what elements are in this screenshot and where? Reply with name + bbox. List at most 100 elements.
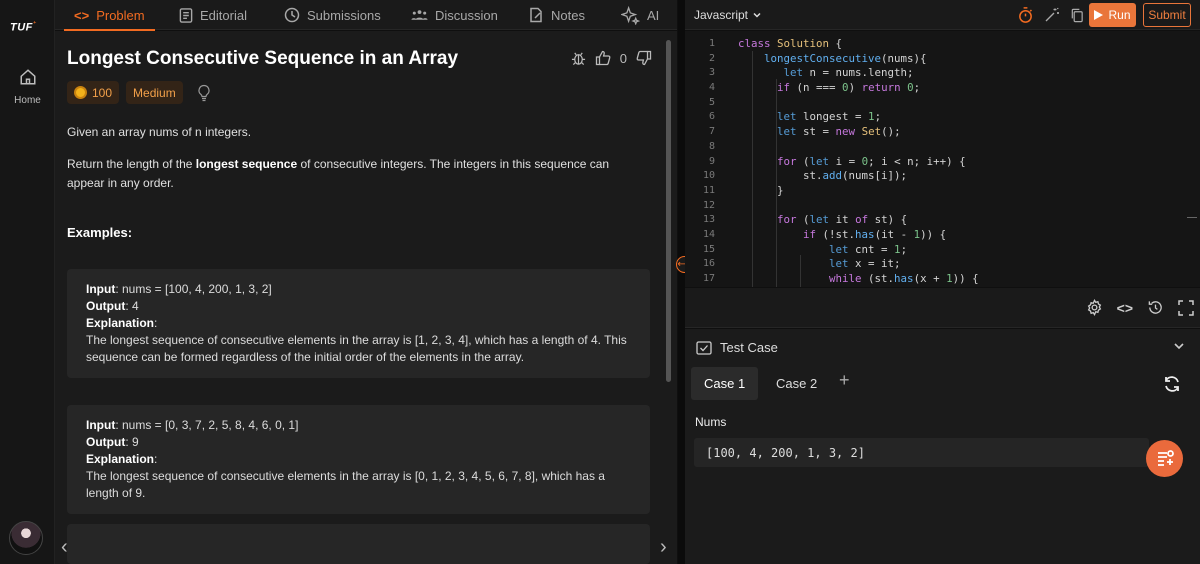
tuf-logo[interactable]: TUF⁺: [10, 20, 37, 34]
checkbox-icon: [696, 340, 712, 355]
line-number: 5: [708, 96, 715, 108]
tab-problem[interactable]: <> Problem: [64, 0, 155, 31]
tab-ai[interactable]: AI: [621, 0, 659, 30]
code-line: longestConsecutive(nums){: [764, 51, 927, 65]
home-icon: [20, 69, 35, 85]
timer-icon[interactable]: [1017, 6, 1034, 24]
magic-wand-icon[interactable]: [1044, 7, 1060, 23]
notes-icon: [530, 7, 542, 23]
tab-discussion[interactable]: Discussion: [411, 0, 498, 30]
copy-icon[interactable]: [1070, 8, 1084, 23]
code-line: }: [738, 183, 784, 197]
add-note-icon: [1157, 449, 1174, 466]
tab-editorial[interactable]: Editorial: [179, 0, 247, 30]
code-line: class Solution {: [738, 37, 843, 50]
code-line: let x = it;: [829, 257, 901, 271]
like-count: 0: [619, 50, 627, 66]
nums-label: Nums: [695, 415, 727, 429]
line-number: 4: [708, 82, 715, 94]
code-line: let st = new Set();: [777, 125, 901, 139]
nums-input[interactable]: [100, 4, 200, 1, 3, 2]: [694, 438, 1149, 467]
coin-icon: [74, 86, 87, 99]
clock-icon: [284, 7, 300, 23]
line-number-gutter: 1 2 3 4 5 6 7 8 9 10 11 12 13 14 15 16 17: [685, 37, 715, 287]
problem-title: Longest Consecutive Sequence in an Array: [67, 48, 459, 69]
history-icon[interactable]: [1147, 299, 1164, 316]
test-case-header[interactable]: Test Case: [696, 340, 778, 355]
code-line: let cnt = 1;: [829, 242, 908, 256]
line-number: 16: [702, 258, 715, 270]
line-number: 3: [708, 67, 715, 79]
line-number: 12: [702, 199, 715, 211]
left-rail: TUF⁺ Home: [0, 0, 55, 564]
thumbs-up-icon[interactable]: [595, 50, 611, 66]
settings-gear-icon[interactable]: [1086, 299, 1103, 316]
tab-notes[interactable]: Notes: [528, 0, 585, 30]
code-line: let n = nums.length;: [783, 66, 914, 80]
line-number: 11: [702, 184, 715, 196]
code-icon: <>: [74, 7, 90, 23]
code-content[interactable]: class Solution { longestConsecutive(nums…: [738, 37, 979, 287]
prev-problem-arrow[interactable]: ‹: [61, 536, 68, 559]
tab-case-2[interactable]: Case 2: [763, 367, 830, 400]
add-case-button[interactable]: +: [839, 370, 850, 391]
play-icon: [1094, 10, 1104, 20]
code-line: for (let i = 0; i < n; i++) {: [777, 154, 966, 168]
language-select[interactable]: Javascript: [694, 8, 762, 22]
reset-icon[interactable]: [1162, 374, 1182, 394]
next-problem-arrow[interactable]: ›: [660, 536, 667, 559]
example-1: Input: nums = [100, 4, 200, 1, 3, 2] Out…: [67, 269, 650, 378]
problem-scrollbar[interactable]: [666, 40, 671, 382]
line-number: 14: [702, 228, 715, 240]
user-avatar[interactable]: [9, 521, 43, 555]
example-2: Input: nums = [0, 3, 7, 2, 5, 8, 4, 6, 0…: [67, 405, 650, 514]
tab-case-1[interactable]: Case 1: [691, 367, 759, 400]
problem-actions: 0: [571, 50, 652, 66]
line-number: 1: [708, 38, 715, 49]
line-number: 17: [702, 273, 715, 284]
home-nav-item[interactable]: Home: [0, 68, 55, 108]
people-icon: [411, 10, 428, 20]
bug-icon[interactable]: [571, 50, 586, 66]
code-line: let longest = 1;: [777, 110, 882, 124]
example-3-partial: [67, 524, 650, 564]
code-line: if (!st.has(it - 1)) {: [803, 227, 947, 241]
sparkle-icon: [621, 5, 640, 25]
difficulty-badge: Medium: [126, 81, 183, 104]
submit-button[interactable]: Submit: [1143, 3, 1191, 27]
line-number: 2: [708, 52, 715, 64]
line-number: 9: [708, 155, 715, 167]
test-case-panel: Test Case Case 1 Case 2 + Nums [100, 4, …: [685, 329, 1200, 564]
problem-badges: 100 Medium: [67, 81, 212, 104]
line-number: 6: [708, 111, 715, 123]
description-line-1: Given an array nums of n integers.: [67, 125, 252, 139]
code-brackets-icon[interactable]: <>: [1117, 300, 1133, 316]
code-editor[interactable]: 1 2 3 4 5 6 7 8 9 10 11 12 13 14 15 16 17 class Solution…: [685, 31, 1200, 287]
lightbulb-icon[interactable]: [196, 84, 212, 102]
tab-submissions[interactable]: Submissions: [284, 0, 381, 30]
collapse-chevron-icon[interactable]: [1172, 339, 1186, 353]
problem-panel: Longest Consecutive Sequence in an Array…: [55, 31, 677, 564]
code-line: st.add(nums[i]);: [738, 169, 908, 183]
editor-header-icons: [1017, 6, 1084, 24]
home-label: Home: [14, 95, 41, 106]
editor-toolbar: <>: [685, 288, 1200, 328]
examples-heading: Examples:: [67, 225, 133, 240]
line-number: 8: [708, 140, 715, 152]
code-line: for (let it of st) {: [777, 213, 908, 227]
coin-badge: 100: [67, 81, 120, 104]
panel-divider[interactable]: [678, 0, 685, 564]
line-number: 13: [702, 214, 715, 226]
description-line-2: Return the length of the longest sequenc…: [67, 157, 610, 190]
run-button[interactable]: Run: [1089, 3, 1136, 27]
problem-tab-bar: <> Problem Editorial Submissions Discuss…: [55, 0, 677, 31]
line-number: 7: [708, 126, 715, 138]
thumbs-down-icon[interactable]: [636, 50, 652, 66]
line-number: 10: [702, 170, 715, 182]
chevron-down-icon: [753, 12, 761, 18]
notes-fab-button[interactable]: [1146, 440, 1183, 477]
fullscreen-icon[interactable]: [1178, 299, 1194, 316]
